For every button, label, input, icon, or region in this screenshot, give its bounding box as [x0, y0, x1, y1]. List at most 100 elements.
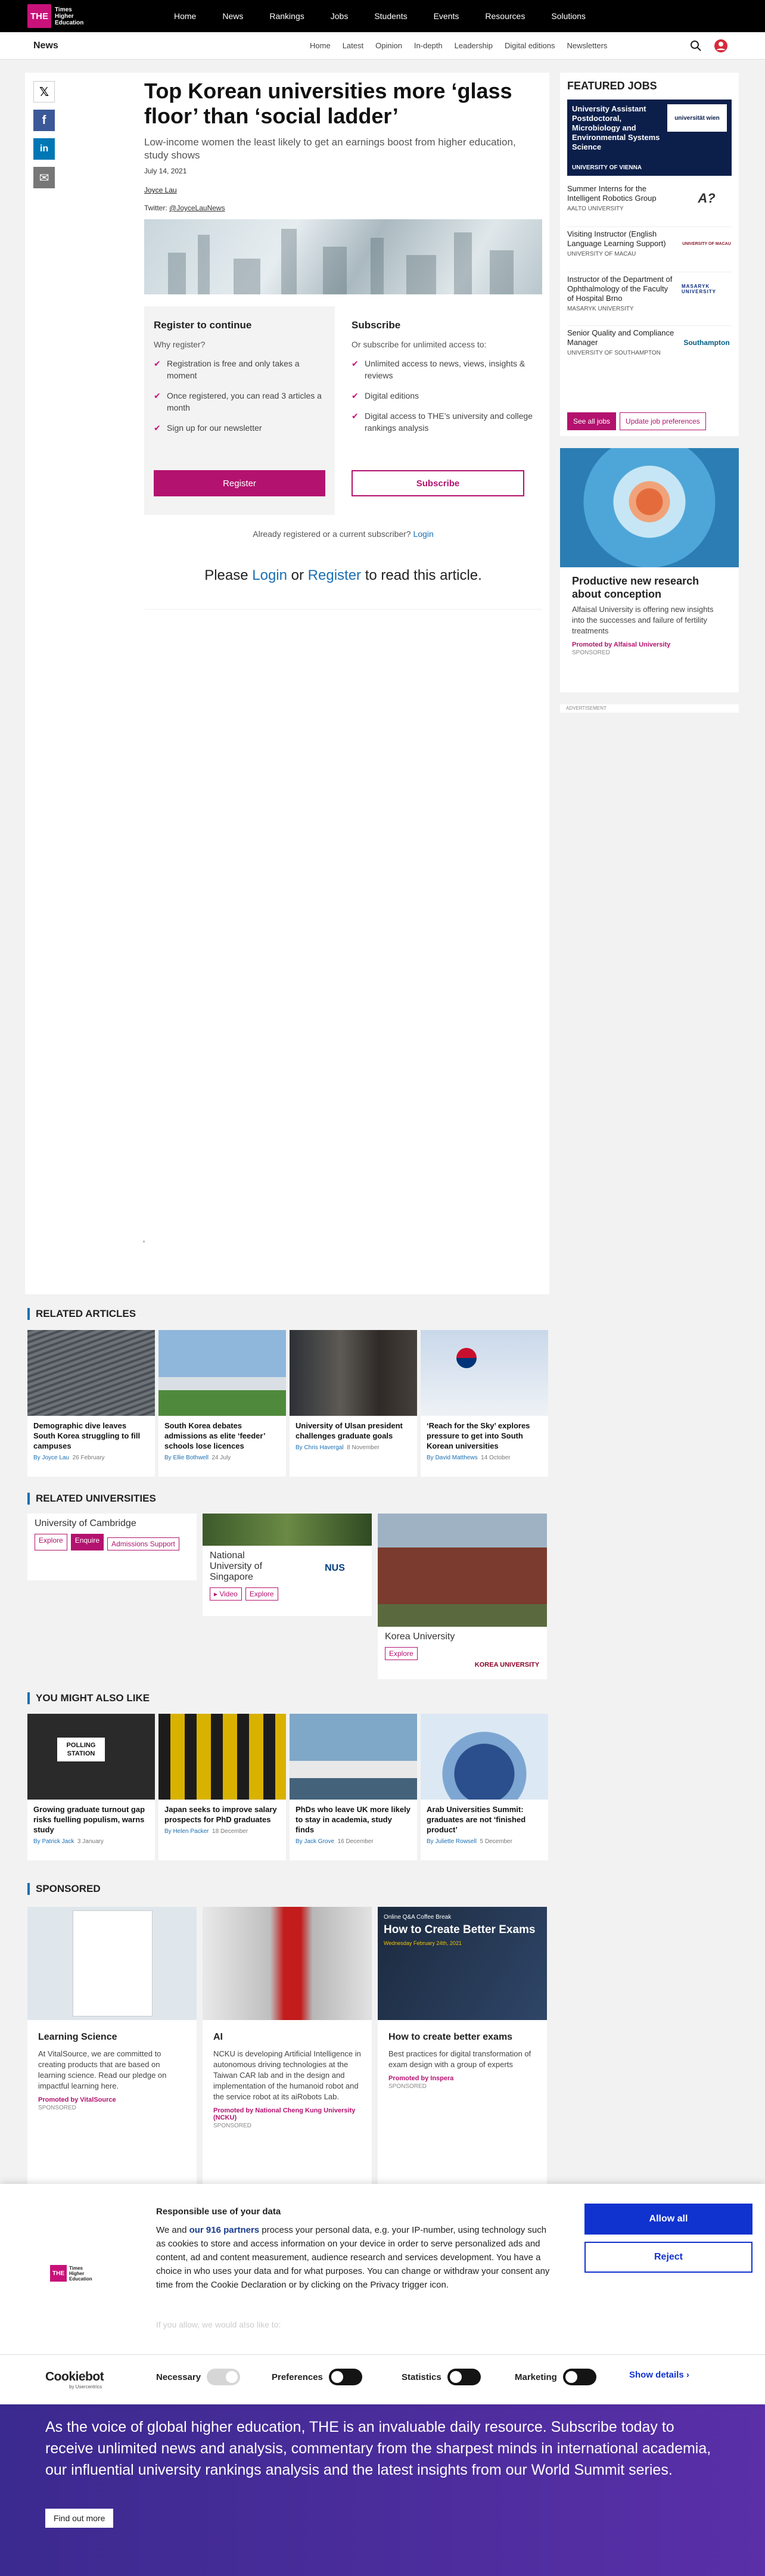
thumbnail-sign: POLLING STATION	[57, 1738, 105, 1761]
explore-button[interactable]: Explore	[35, 1534, 67, 1550]
article-thumbnail	[421, 1330, 548, 1416]
nav-students[interactable]: Students	[361, 0, 420, 32]
article-thumbnail	[290, 1714, 417, 1800]
nav-resources[interactable]: Resources	[472, 0, 538, 32]
search-icon[interactable]	[690, 40, 702, 52]
subscribe-button[interactable]: Subscribe	[352, 470, 524, 496]
consent-site-logo: THE Times Higher Education	[50, 2255, 92, 2291]
card-author[interactable]: By Juliette Rowsell	[427, 1838, 477, 1845]
featured-job[interactable]: University Assistant Postdoctoral, Micro…	[567, 100, 732, 176]
nav-jobs[interactable]: Jobs	[318, 0, 362, 32]
update-job-preferences-button[interactable]: Update job preferences	[620, 412, 706, 430]
related-article-card[interactable]: University of Ulsan president challenges…	[290, 1330, 417, 1477]
sponsored-image	[203, 1907, 372, 2020]
card-author[interactable]: By Ellie Bothwell	[164, 1455, 209, 1461]
please-text-1: Please	[204, 567, 253, 583]
sponsored-card[interactable]: AI NCKU is developing Artificial Intelli…	[203, 1907, 372, 2187]
sponsored-card[interactable]: Learning Science At VitalSource, we are …	[27, 1907, 197, 2187]
article-thumbnail: POLLING STATION	[27, 1714, 155, 1800]
explore-button[interactable]: Explore	[245, 1587, 278, 1601]
register-button[interactable]: Register	[154, 470, 325, 496]
card-author[interactable]: By Helen Packer	[164, 1828, 209, 1835]
share-x-icon[interactable]: 𝕏	[33, 81, 55, 102]
related-universities-heading: RELATED UNIVERSITIES	[27, 1493, 156, 1505]
job-title: Senior Quality and Compliance Manager	[567, 328, 674, 347]
show-details-link[interactable]: Show details ›	[629, 2370, 689, 2380]
promo-title: Productive new research about conception	[572, 575, 699, 600]
subnav-in-depth[interactable]: In-depth	[408, 32, 449, 60]
paywall: Register to continue Why register? Regis…	[144, 306, 542, 515]
nav-solutions[interactable]: Solutions	[538, 0, 599, 32]
related-article-card[interactable]: ‘Reach for the Sky’ explores pressure to…	[421, 1330, 548, 1477]
nav-home[interactable]: Home	[161, 0, 209, 32]
preferences-toggle[interactable]	[328, 2369, 362, 2385]
sponsored-heading: SPONSORED	[27, 1883, 101, 1895]
video-button[interactable]: ▸ Video	[210, 1587, 242, 1601]
promo-widget[interactable]: Productive new research about conception…	[560, 448, 739, 692]
subnav-newsletters[interactable]: Newsletters	[561, 32, 614, 60]
employer-logo: UNIVERSITY OF MACAU	[682, 241, 731, 246]
suggested-article-card[interactable]: Japan seeks to improve salary prospects …	[158, 1714, 286, 1860]
card-author[interactable]: By Patrick Jack	[33, 1838, 74, 1845]
employer-logo: universität wien	[667, 104, 727, 132]
allow-all-button[interactable]: Allow all	[584, 2204, 752, 2235]
please-login-link[interactable]: Login	[252, 567, 287, 583]
toggle-label: Statistics	[402, 2372, 441, 2382]
top-navigation-bar: THE Times Higher Education Home News Ran…	[0, 0, 765, 32]
related-article-card[interactable]: South Korea debates admissions as elite …	[158, 1330, 286, 1477]
article-author-link[interactable]: Joyce Lau	[144, 186, 177, 194]
university-card[interactable]: Korea University KOREA UNIVERSITY Explor…	[378, 1514, 547, 1679]
subnav-leadership[interactable]: Leadership	[449, 32, 499, 60]
university-card[interactable]: University of Cambridge Explore Enquire …	[27, 1514, 197, 1580]
sponsored-card[interactable]: Online Q&A Coffee Break How to Create Be…	[378, 1907, 547, 2187]
subnav-home[interactable]: Home	[304, 32, 337, 60]
card-date: 16 December	[337, 1838, 374, 1845]
share-facebook-icon[interactable]: f	[33, 110, 55, 131]
job-title: Instructor of the Department of Ophthalm…	[567, 275, 673, 303]
explore-button[interactable]: Explore	[385, 1647, 418, 1660]
nav-rankings[interactable]: Rankings	[256, 0, 317, 32]
site-logo[interactable]: THE Times Higher Education	[27, 4, 93, 29]
suggested-article-card[interactable]: POLLING STATION Growing graduate turnout…	[27, 1714, 155, 1860]
partners-link[interactable]: our 916 partners	[189, 2225, 260, 2235]
card-author[interactable]: By David Matthews	[427, 1455, 478, 1461]
already-login-link[interactable]: Login	[413, 529, 433, 539]
admissions-support-button[interactable]: Admissions Support	[107, 1537, 179, 1550]
nav-events[interactable]: Events	[421, 0, 472, 32]
card-meta: By Jack Grove 16 December	[290, 1838, 417, 1845]
statistics-toggle[interactable]	[447, 2369, 481, 2385]
suggested-article-card[interactable]: PhDs who leave UK more likely to stay in…	[290, 1714, 417, 1860]
card-author[interactable]: By Jack Grove	[296, 1838, 334, 1845]
user-account-icon[interactable]	[714, 39, 728, 53]
please-register-link[interactable]: Register	[308, 567, 361, 583]
subnav-opinion[interactable]: Opinion	[369, 32, 408, 60]
register-benefit: Once registered, you can read 3 articles…	[154, 390, 325, 414]
job-item[interactable]: Visiting Instructor (English Language Le…	[567, 227, 732, 272]
consent-toggle-preferences: Preferences	[272, 2369, 362, 2385]
twitter-handle-link[interactable]: @JoyceLauNews	[169, 204, 225, 212]
subnav-latest[interactable]: Latest	[337, 32, 369, 60]
reject-button[interactable]: Reject	[584, 2242, 752, 2273]
enquire-button[interactable]: Enquire	[70, 1534, 104, 1550]
job-item[interactable]: Summer Interns for the Intelligent Robot…	[567, 182, 732, 227]
consent-body-1: We and	[156, 2225, 189, 2235]
card-author[interactable]: By Chris Havergal	[296, 1444, 344, 1451]
job-item[interactable]: Instructor of the Department of Ophthalm…	[567, 272, 732, 326]
toggle-label: Marketing	[515, 2372, 557, 2382]
marketing-toggle[interactable]	[562, 2369, 596, 2385]
share-email-icon[interactable]: ✉	[33, 167, 55, 188]
register-heading: Register to continue	[154, 319, 252, 331]
card-date: 14 October	[481, 1455, 511, 1461]
subnav-digital-editions[interactable]: Digital editions	[499, 32, 561, 60]
share-linkedin-icon[interactable]: in	[33, 138, 55, 160]
nav-news[interactable]: News	[209, 0, 256, 32]
suggested-article-card[interactable]: Arab Universities Summit: graduates are …	[421, 1714, 548, 1860]
article-hero-image	[144, 219, 542, 294]
find-out-more-button[interactable]: Find out more	[45, 2509, 114, 2528]
job-item[interactable]: Senior Quality and Compliance Manager UN…	[567, 326, 732, 371]
see-all-jobs-button[interactable]: See all jobs	[567, 412, 617, 430]
card-date: 8 November	[347, 1444, 380, 1451]
card-author[interactable]: By Joyce Lau	[33, 1455, 69, 1461]
university-card[interactable]: National University of Singapore NUS ▸ V…	[203, 1514, 372, 1616]
related-article-card[interactable]: Demographic dive leaves South Korea stru…	[27, 1330, 155, 1477]
